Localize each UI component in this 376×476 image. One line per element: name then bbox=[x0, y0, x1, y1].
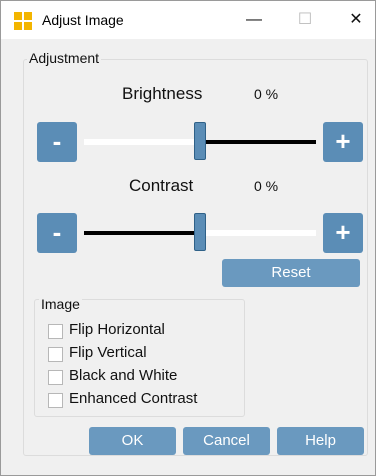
black-and-white-label: Black and White bbox=[69, 367, 178, 384]
brightness-track-right bbox=[206, 140, 316, 144]
minimize-button[interactable]: — bbox=[229, 1, 279, 39]
black-and-white-checkbox[interactable] bbox=[48, 370, 63, 385]
window-title: Adjust Image bbox=[42, 12, 124, 28]
image-label: Image bbox=[39, 296, 82, 312]
contrast-slider-thumb[interactable] bbox=[194, 213, 206, 251]
contrast-value: 0 % bbox=[254, 178, 279, 194]
maximize-button[interactable]: ☐ bbox=[280, 1, 330, 39]
reset-button[interactable]: Reset bbox=[222, 259, 360, 287]
brightness-increase-button[interactable]: + bbox=[323, 122, 363, 162]
enhanced-contrast-label: Enhanced Contrast bbox=[69, 390, 198, 407]
app-icon bbox=[14, 12, 32, 30]
brightness-value: 0 % bbox=[254, 86, 279, 102]
title-bar[interactable]: Adjust Image — ☐ ✕ bbox=[1, 1, 375, 39]
adjust-image-dialog: Adjust Image — ☐ ✕ Adjustment Brightness… bbox=[0, 0, 376, 476]
contrast-track-right bbox=[206, 230, 316, 236]
contrast-decrease-button[interactable]: - bbox=[37, 213, 77, 253]
contrast-label: Contrast bbox=[129, 176, 194, 195]
adjustment-label: Adjustment bbox=[27, 50, 102, 66]
ok-button[interactable]: OK bbox=[89, 427, 176, 455]
close-button[interactable]: ✕ bbox=[331, 1, 376, 39]
brightness-slider-thumb[interactable] bbox=[194, 122, 206, 160]
brightness-label: Brightness bbox=[122, 84, 203, 103]
contrast-track-left bbox=[84, 231, 194, 235]
flip-horizontal-label: Flip Horizontal bbox=[69, 321, 165, 338]
flip-horizontal-checkbox[interactable] bbox=[48, 324, 63, 339]
brightness-track-left bbox=[84, 139, 201, 145]
enhanced-contrast-checkbox[interactable] bbox=[48, 393, 63, 408]
brightness-decrease-button[interactable]: - bbox=[37, 122, 77, 162]
cancel-button[interactable]: Cancel bbox=[183, 427, 270, 455]
help-button[interactable]: Help bbox=[277, 427, 364, 455]
flip-vertical-label: Flip Vertical bbox=[69, 344, 147, 361]
contrast-increase-button[interactable]: + bbox=[323, 213, 363, 253]
flip-vertical-checkbox[interactable] bbox=[48, 347, 63, 362]
